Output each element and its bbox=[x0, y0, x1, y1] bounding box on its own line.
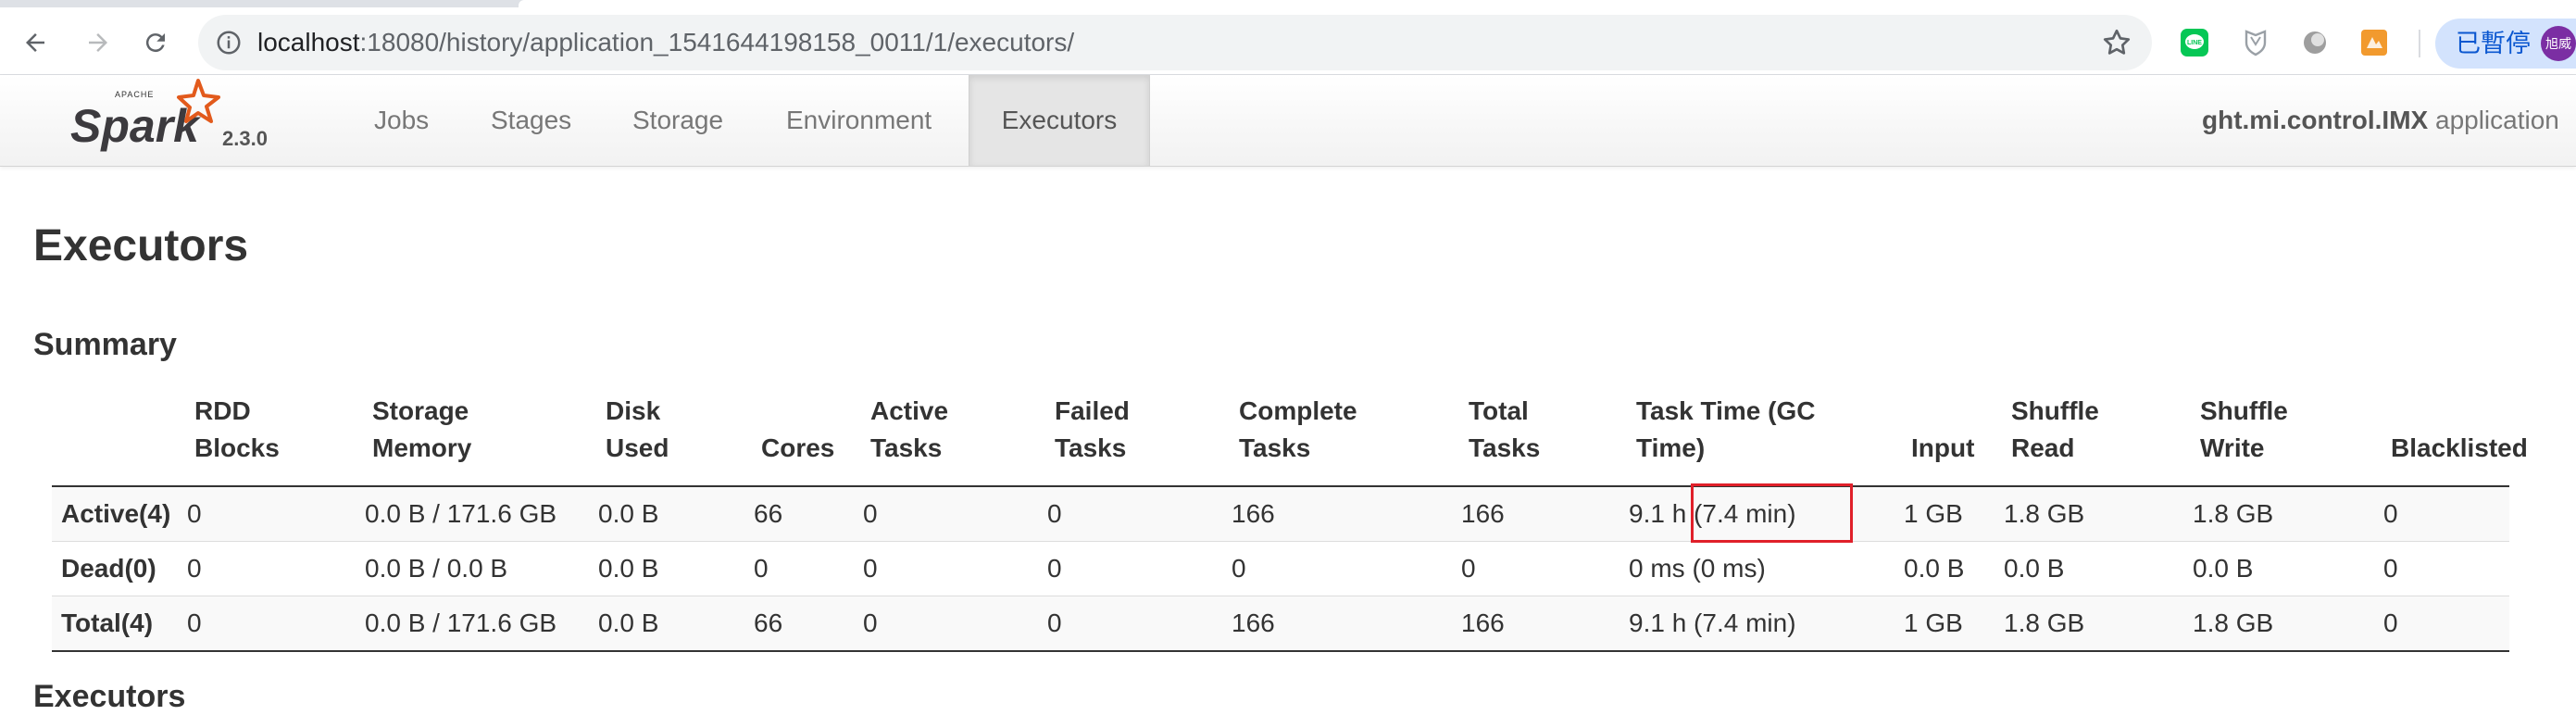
cell-complete-tasks: 0 bbox=[1232, 554, 1246, 583]
cell-shuffle-write: 1.8 GB bbox=[2193, 499, 2274, 528]
row-label: Active(4) bbox=[61, 499, 171, 528]
forward-icon bbox=[89, 33, 107, 52]
cell-cores: 66 bbox=[754, 608, 783, 637]
svg-text:LINE: LINE bbox=[2187, 40, 2202, 46]
summary-heading: Summary bbox=[33, 327, 177, 362]
cell-rdd-blocks: 0 bbox=[187, 499, 202, 528]
cell-active-tasks: 0 bbox=[863, 608, 878, 637]
cell-task-time: 0 ms (0 ms) bbox=[1629, 554, 1766, 583]
tab-jobs[interactable]: Jobs bbox=[374, 75, 429, 166]
cell-disk-used: 0.0 B bbox=[598, 554, 659, 583]
cell-complete-tasks: 166 bbox=[1232, 499, 1275, 528]
gc-time-highlight-box bbox=[1691, 483, 1853, 543]
shield-extension-icon[interactable] bbox=[2241, 28, 2270, 57]
cell-disk-used: 0.0 B bbox=[598, 608, 659, 637]
cell-input: 1 GB bbox=[1904, 499, 1963, 528]
executors-heading: Executors bbox=[33, 679, 186, 714]
spark-navbar: APACHE Spark 2.3.0 Jobs Stages Storage E… bbox=[0, 75, 2576, 167]
table-row: Dead(0) 0 0.0 B / 0.0 B 0.0 B 0 0 0 0 0 … bbox=[52, 542, 2509, 596]
browser-toolbar: localhost:18080/history/application_1541… bbox=[0, 7, 2576, 75]
cell-shuffle-read: 1.8 GB bbox=[2004, 499, 2085, 528]
tab-executors[interactable]: Executors bbox=[969, 75, 1150, 166]
cell-rdd-blocks: 0 bbox=[187, 608, 202, 637]
cell-cores: 66 bbox=[754, 499, 783, 528]
cell-storage-memory: 0.0 B / 0.0 B bbox=[365, 554, 508, 583]
cell-storage-memory: 0.0 B / 171.6 GB bbox=[365, 608, 557, 637]
app-name-suffix: application bbox=[2428, 106, 2559, 134]
star-icon[interactable] bbox=[2100, 26, 2133, 59]
cell-shuffle-write: 1.8 GB bbox=[2193, 608, 2274, 637]
header-input[interactable]: Input bbox=[1911, 393, 1974, 467]
cell-shuffle-write: 0.0 B bbox=[2193, 554, 2254, 583]
row-label: Dead(0) bbox=[61, 554, 156, 583]
cell-rdd-blocks: 0 bbox=[187, 554, 202, 583]
app-name: ght.mi.control.IMX application bbox=[2202, 75, 2559, 166]
tab-storage[interactable]: Storage bbox=[632, 75, 723, 166]
header-rdd-blocks[interactable]: RDD Blocks bbox=[194, 393, 280, 467]
forward-button[interactable] bbox=[80, 24, 117, 61]
cell-shuffle-read: 1.8 GB bbox=[2004, 608, 2085, 637]
cell-total-tasks: 166 bbox=[1461, 499, 1505, 528]
spark-logo[interactable]: APACHE Spark bbox=[67, 77, 224, 158]
header-storage-memory[interactable]: Storage Memory bbox=[372, 393, 471, 467]
page-title: Executors bbox=[33, 221, 249, 270]
back-button[interactable] bbox=[17, 24, 54, 61]
header-shuffle-write[interactable]: Shuffle Write bbox=[2200, 393, 2288, 467]
cell-blacklisted: 0 bbox=[2383, 554, 2398, 583]
paused-label: 已暫停 bbox=[2456, 30, 2531, 57]
cell-failed-tasks: 0 bbox=[1047, 608, 1062, 637]
tab-environment[interactable]: Environment bbox=[786, 75, 932, 166]
reload-icon bbox=[145, 33, 165, 53]
table-row: Total(4) 0 0.0 B / 171.6 GB 0.0 B 66 0 0… bbox=[52, 596, 2509, 652]
cell-active-tasks: 0 bbox=[863, 554, 878, 583]
cell-complete-tasks: 166 bbox=[1232, 608, 1275, 637]
row-label: Total(4) bbox=[61, 608, 154, 637]
url-path: :18080/history/application_1541644198158… bbox=[359, 28, 1075, 56]
header-shuffle-read[interactable]: Shuffle Read bbox=[2011, 393, 2099, 467]
table-row: Active(4) 0 0.0 B / 171.6 GB 0.0 B 66 0 … bbox=[52, 487, 2509, 542]
cell-failed-tasks: 0 bbox=[1047, 499, 1062, 528]
profile-paused-button[interactable]: 已暫停 旭威 bbox=[2435, 19, 2576, 69]
cell-total-tasks: 0 bbox=[1461, 554, 1476, 583]
svg-text:Spark: Spark bbox=[70, 100, 201, 152]
back-icon bbox=[26, 33, 44, 52]
cell-storage-memory: 0.0 B / 171.6 GB bbox=[365, 499, 557, 528]
header-active-tasks[interactable]: Active Tasks bbox=[870, 393, 948, 467]
cell-total-tasks: 166 bbox=[1461, 608, 1505, 637]
header-complete-tasks[interactable]: Complete Tasks bbox=[1239, 393, 1357, 467]
spark-version: 2.3.0 bbox=[222, 127, 268, 150]
orange-extension-icon[interactable] bbox=[2359, 28, 2389, 57]
cell-blacklisted: 0 bbox=[2383, 499, 2398, 528]
cell-blacklisted: 0 bbox=[2383, 608, 2398, 637]
tab-strip bbox=[0, 0, 2576, 7]
toolbar-separator bbox=[2419, 30, 2420, 57]
circle-extension-icon[interactable] bbox=[2300, 28, 2330, 57]
url-text[interactable]: localhost:18080/history/application_1541… bbox=[257, 28, 1074, 57]
cell-task-time: 9.1 h (7.4 min) bbox=[1629, 608, 1796, 637]
header-disk-used[interactable]: Disk Used bbox=[606, 393, 669, 467]
cell-disk-used: 0.0 B bbox=[598, 499, 659, 528]
avatar: 旭威 bbox=[2541, 26, 2576, 61]
cell-input: 1 GB bbox=[1904, 608, 1963, 637]
cell-active-tasks: 0 bbox=[863, 499, 878, 528]
url-host: localhost bbox=[257, 28, 360, 56]
cell-shuffle-read: 0.0 B bbox=[2004, 554, 2065, 583]
header-task-time[interactable]: Task Time (GC Time) bbox=[1636, 393, 1815, 467]
line-extension-icon[interactable]: LINE bbox=[2180, 28, 2209, 57]
info-icon[interactable] bbox=[215, 29, 243, 56]
app-name-bold: ght.mi.control.IMX bbox=[2202, 106, 2429, 134]
cell-failed-tasks: 0 bbox=[1047, 554, 1062, 583]
header-blacklisted[interactable]: Blacklisted bbox=[2391, 393, 2528, 467]
address-bar[interactable]: localhost:18080/history/application_1541… bbox=[198, 15, 2152, 70]
cell-input: 0.0 B bbox=[1904, 554, 1965, 583]
active-browser-tab[interactable] bbox=[519, 0, 2576, 7]
cell-cores: 0 bbox=[754, 554, 769, 583]
header-failed-tasks[interactable]: Failed Tasks bbox=[1055, 393, 1130, 467]
reload-button[interactable] bbox=[137, 24, 174, 61]
header-total-tasks[interactable]: Total Tasks bbox=[1469, 393, 1540, 467]
tab-stages[interactable]: Stages bbox=[491, 75, 571, 166]
header-cores[interactable]: Cores bbox=[761, 393, 834, 467]
svg-text:APACHE: APACHE bbox=[115, 90, 154, 99]
